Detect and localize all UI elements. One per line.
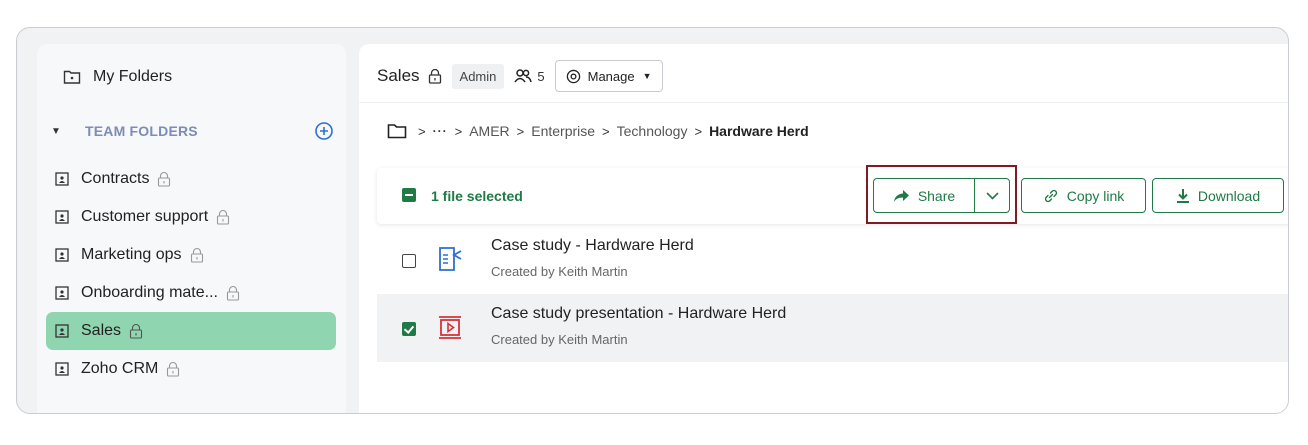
sidebar-item-label: Sales <box>81 322 122 339</box>
settings-icon <box>566 69 580 83</box>
share-button[interactable]: Share <box>873 178 974 213</box>
share-label: Share <box>917 187 956 204</box>
copy-link-label: Copy link <box>1066 187 1125 204</box>
share-options-button[interactable] <box>974 178 1010 213</box>
dropdown-arrow-icon: ▼ <box>642 71 652 81</box>
sidebar-item-label: Contracts <box>81 170 150 187</box>
chevron-right-icon: > <box>602 123 610 139</box>
sidebar-item-label: Marketing ops <box>81 246 182 263</box>
share-arrow-icon <box>893 189 909 202</box>
link-icon <box>1044 189 1057 202</box>
file-checkbox[interactable] <box>402 322 416 336</box>
chevron-right-icon: > <box>516 123 525 139</box>
team-folders-header[interactable]: ▼ TEAM FOLDERS <box>51 120 334 142</box>
breadcrumb-item-technology[interactable]: Technology <box>617 123 688 139</box>
presentation-icon <box>439 316 461 339</box>
lock-icon <box>129 323 143 339</box>
lock-icon <box>217 209 230 225</box>
app-window: My Folders ▼ TEAM FOLDERS Contracts Cust… <box>16 27 1289 414</box>
breadcrumb-item-amer[interactable]: AMER <box>469 123 509 139</box>
sidebar-item-contracts[interactable]: Contracts <box>46 160 336 198</box>
lock-icon <box>226 285 240 301</box>
role-badge: Admin <box>451 63 505 89</box>
file-name[interactable]: Case study presentation - Hardware Herd <box>491 305 786 323</box>
copy-link-button[interactable]: Copy link <box>1021 178 1146 213</box>
page-title: Sales <box>377 66 420 85</box>
breadcrumb-ellipsis[interactable]: ··· <box>433 124 448 138</box>
select-all-checkbox[interactable] <box>402 188 416 202</box>
chevron-down-icon <box>985 191 999 200</box>
file-owner: Created by Keith Martin <box>491 332 628 347</box>
team-folder-icon <box>55 210 69 224</box>
sidebar-item-zoho-crm[interactable]: Zoho CRM <box>46 350 336 388</box>
breadcrumb-current: Hardware Herd <box>709 123 809 139</box>
sidebar-item-onboarding-materials[interactable]: Onboarding mate... <box>46 274 336 312</box>
my-folders-label: My Folders <box>93 68 173 85</box>
chevron-right-icon: > <box>694 123 703 139</box>
file-owner: Created by Keith Martin <box>491 264 628 279</box>
breadcrumb: > ··· > AMER > Enterprise > Technology >… <box>387 120 809 142</box>
team-folder-icon <box>55 248 69 262</box>
folder-icon[interactable] <box>387 123 407 139</box>
team-folders-label: TEAM FOLDERS <box>85 123 198 139</box>
selection-count: 1 file selected <box>431 188 523 204</box>
members-count[interactable]: 5 <box>514 68 545 84</box>
manage-button[interactable]: Manage ▼ <box>554 60 663 92</box>
sidebar-item-label: Zoho CRM <box>81 360 159 377</box>
team-folder-icon <box>55 362 69 376</box>
sidebar: My Folders ▼ TEAM FOLDERS Contracts Cust… <box>37 44 346 413</box>
file-name[interactable]: Case study - Hardware Herd <box>491 237 694 255</box>
users-icon <box>514 69 533 83</box>
lock-icon <box>428 68 441 84</box>
lock-icon <box>167 361 180 377</box>
download-icon <box>1176 188 1189 203</box>
sidebar-item-marketing-ops[interactable]: Marketing ops <box>46 236 336 274</box>
file-row[interactable]: Case study presentation - Hardware Herd … <box>377 294 1288 362</box>
folder-header: Sales Admin 5 Manage ▼ <box>377 60 663 92</box>
team-folder-icon <box>55 286 69 300</box>
chevron-right-icon: > <box>418 123 426 139</box>
sidebar-item-label: Customer support <box>81 208 209 225</box>
team-folder-icon <box>55 324 69 338</box>
sidebar-item-customer-support[interactable]: Customer support <box>46 198 336 236</box>
members-count-value: 5 <box>537 68 545 84</box>
team-folder-list: Contracts Customer support Marketing ops… <box>46 160 336 388</box>
sidebar-item-label: Onboarding mate... <box>81 284 218 301</box>
header-divider <box>359 102 1288 103</box>
manage-label: Manage <box>587 68 635 84</box>
my-folders-item[interactable]: My Folders <box>63 66 172 88</box>
file-checkbox[interactable] <box>402 254 416 268</box>
chevron-right-icon: > <box>454 123 463 139</box>
main-panel: Sales Admin 5 Manage ▼ > ··· > AMER > En… <box>359 44 1288 413</box>
download-button[interactable]: Download <box>1152 178 1284 213</box>
caret-down-icon[interactable]: ▼ <box>51 126 85 137</box>
lock-icon <box>190 247 203 263</box>
breadcrumb-item-enterprise[interactable]: Enterprise <box>531 123 595 139</box>
download-label: Download <box>1197 187 1261 204</box>
document-icon <box>439 247 462 271</box>
team-folder-icon <box>55 172 69 186</box>
file-row[interactable]: Case study - Hardware Herd Created by Ke… <box>377 226 1288 294</box>
selection-action-bar: 1 file selected Share Copy link Download <box>377 165 1288 224</box>
lock-icon <box>158 171 171 187</box>
sidebar-item-sales[interactable]: Sales <box>46 312 336 350</box>
add-circle-icon[interactable] <box>314 121 334 141</box>
folder-icon <box>63 70 81 84</box>
